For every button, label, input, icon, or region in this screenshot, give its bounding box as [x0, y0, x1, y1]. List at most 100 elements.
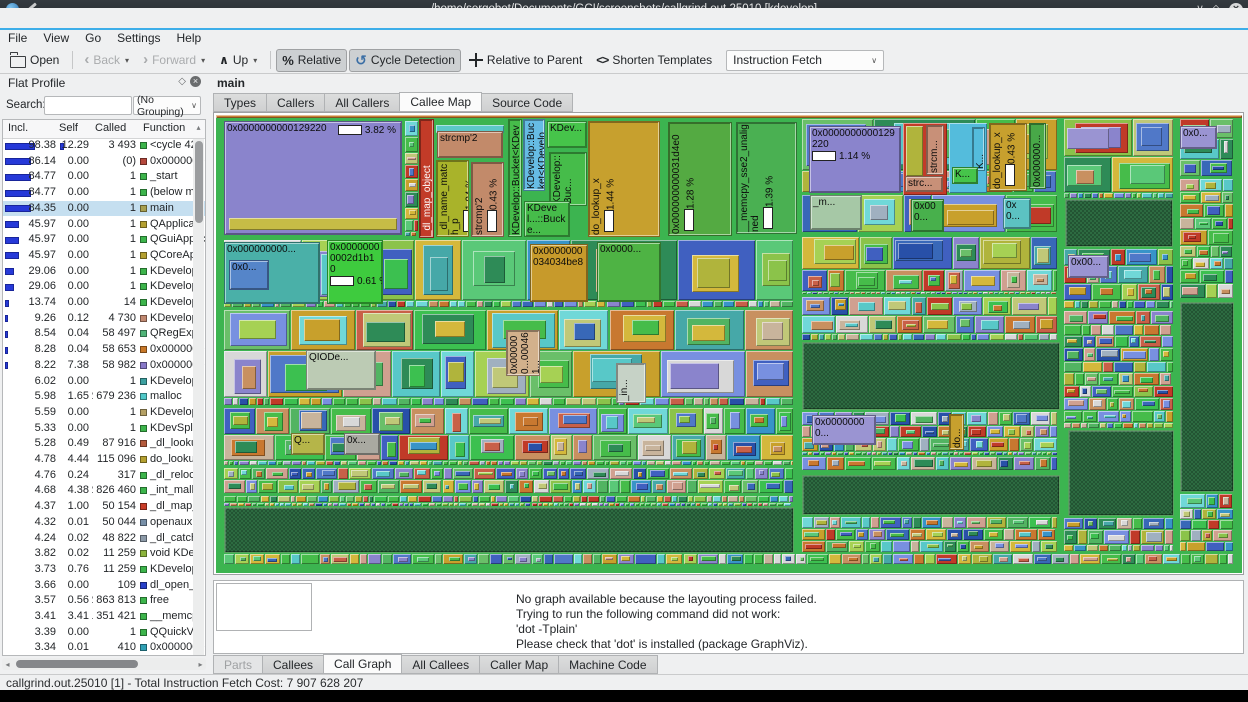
treemap-cell[interactable] [727, 554, 744, 565]
treemap-cell[interactable] [727, 496, 738, 503]
treemap-block[interactable]: 0x00000000002d1b100.61 % [327, 240, 383, 304]
treemap-cell[interactable] [371, 468, 394, 480]
treemap-cell[interactable] [404, 460, 409, 465]
treemap-block[interactable]: _dl_name_match_p 1.04 % [436, 160, 469, 237]
treemap-cell[interactable] [782, 460, 790, 465]
treemap-cell[interactable] [872, 452, 877, 455]
treemap-cell[interactable] [597, 397, 611, 405]
treemap-cell[interactable] [1134, 362, 1146, 372]
treemap-cell[interactable] [1114, 325, 1133, 335]
treemap-cell[interactable] [392, 503, 398, 506]
treemap-cell[interactable] [1128, 335, 1140, 347]
treemap-cell[interactable] [993, 554, 1012, 565]
treemap-cell[interactable] [1165, 265, 1173, 284]
treemap-cell[interactable] [486, 503, 491, 506]
treemap-cell[interactable] [1064, 518, 1083, 530]
treemap-cell[interactable] [1193, 257, 1210, 270]
treemap-cell[interactable] [685, 397, 694, 405]
callee-map-treemap[interactable]: 0x00000000001292203.82 %_dl_map_object1.… [216, 115, 1242, 573]
treemap-cell[interactable] [773, 554, 782, 565]
relative-to-parent-button[interactable]: Relative to Parent [463, 49, 588, 72]
tab-all-callees[interactable]: All Callees [401, 655, 481, 674]
treemap-cell[interactable] [849, 540, 864, 552]
treemap-cell[interactable] [458, 397, 472, 405]
treemap-cell[interactable] [511, 300, 521, 307]
treemap-cell[interactable] [1064, 411, 1082, 422]
treemap-cell[interactable] [238, 397, 248, 405]
treemap-cell[interactable] [307, 460, 315, 465]
up-button[interactable]: ∧ Up ▾ [213, 49, 263, 72]
treemap-cell[interactable] [1106, 422, 1114, 428]
treemap-cell[interactable] [388, 460, 398, 465]
treemap-cell[interactable] [466, 503, 471, 506]
treemap-cell[interactable] [903, 333, 913, 340]
treemap-cell[interactable] [976, 333, 990, 340]
treemap-cell[interactable] [1153, 385, 1173, 397]
treemap-cell[interactable] [1139, 422, 1146, 428]
treemap-cell[interactable] [828, 291, 833, 294]
treemap-cell[interactable] [439, 300, 449, 307]
treemap-cell[interactable] [633, 460, 642, 465]
treemap-cell[interactable] [861, 554, 870, 565]
treemap-cell[interactable] [1190, 554, 1204, 565]
treemap-cell[interactable] [709, 468, 725, 480]
treemap-cell[interactable] [238, 468, 251, 480]
treemap-cell[interactable] [248, 496, 260, 503]
treemap-cell[interactable] [1162, 554, 1180, 565]
treemap-cell[interactable] [449, 434, 469, 460]
treemap-cell[interactable] [657, 503, 662, 506]
treemap-block[interactable]: K... [972, 127, 985, 171]
treemap-cell[interactable] [1064, 311, 1087, 325]
treemap-cell[interactable] [411, 397, 421, 405]
treemap-cell[interactable] [1082, 411, 1097, 422]
treemap-cell[interactable] [758, 480, 783, 493]
table-row[interactable]: 84.77 0.00 1 _start [3, 169, 205, 185]
treemap-cell[interactable] [468, 408, 508, 434]
table-row[interactable]: 8.22 7.38 58 982 0x0000000 [3, 358, 205, 374]
treemap-cell[interactable] [1205, 494, 1219, 508]
treemap-cell[interactable] [640, 503, 645, 506]
treemap-cell[interactable] [1227, 554, 1233, 565]
treemap-cell[interactable] [1075, 300, 1081, 308]
treemap-cell[interactable] [867, 452, 872, 455]
treemap-cell[interactable] [1211, 246, 1220, 257]
treemap-cell[interactable] [860, 291, 865, 294]
menu-help[interactable]: Help [169, 30, 210, 47]
treemap-cell[interactable] [913, 333, 924, 340]
treemap-cell[interactable] [1046, 291, 1051, 294]
treemap-cell[interactable] [1099, 372, 1118, 385]
treemap-cell[interactable] [1064, 284, 1092, 300]
treemap-cell[interactable] [1111, 249, 1126, 265]
treemap-cell[interactable] [652, 480, 667, 493]
treemap-cell[interactable] [574, 554, 582, 565]
treemap-cell[interactable] [258, 460, 267, 465]
treemap-cell[interactable] [232, 397, 238, 405]
treemap-cell[interactable] [741, 503, 746, 506]
treemap-cell[interactable] [595, 460, 605, 465]
treemap-cell[interactable] [414, 468, 431, 480]
menu-settings[interactable]: Settings [109, 30, 168, 47]
treemap-cell[interactable] [870, 554, 883, 565]
treemap-cell[interactable] [1154, 544, 1163, 551]
treemap-cell[interactable] [746, 468, 755, 480]
treemap-cell[interactable] [405, 164, 418, 179]
treemap-cell[interactable] [675, 300, 689, 307]
treemap-cell[interactable] [1197, 246, 1211, 257]
treemap-block[interactable]: 0x... [344, 433, 380, 455]
treemap-cell[interactable] [663, 300, 675, 307]
treemap-cell[interactable] [754, 460, 763, 465]
table-row[interactable]: 3.39 0.00 1 QQuickVie [3, 625, 205, 641]
treemap-cell[interactable] [892, 452, 898, 455]
treemap-cell[interactable] [1213, 530, 1233, 542]
treemap-cell[interactable] [860, 237, 893, 269]
treemap-cell[interactable] [409, 460, 420, 465]
treemap-cell[interactable] [1156, 300, 1170, 308]
treemap-cell[interactable] [677, 496, 687, 503]
treemap-cell[interactable] [300, 554, 320, 565]
treemap-cell[interactable] [412, 554, 434, 565]
tab-source-code[interactable]: Source Code [481, 93, 574, 112]
treemap-cell[interactable] [802, 316, 836, 333]
treemap-cell[interactable] [315, 468, 338, 480]
treemap-cell[interactable] [712, 503, 717, 506]
treemap-cell[interactable] [1180, 270, 1200, 284]
